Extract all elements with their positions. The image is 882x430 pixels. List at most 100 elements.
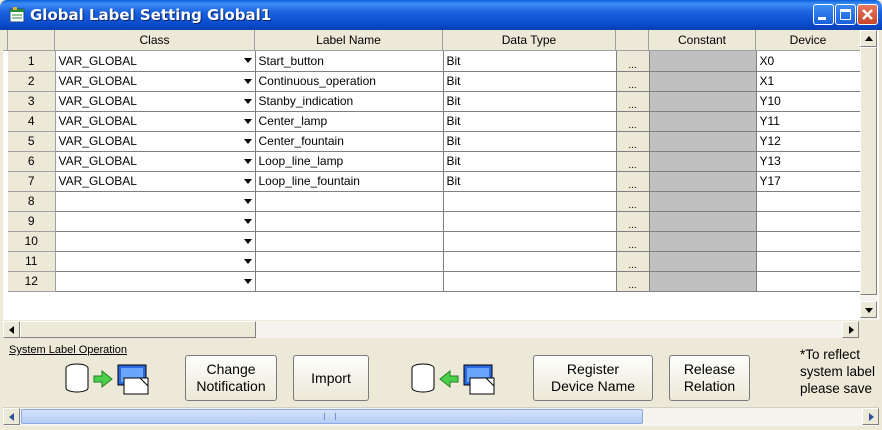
data-type-cell[interactable] (443, 211, 617, 232)
table-row[interactable]: 6 VAR_GLOBAL Loop_line_lamp Bit... Y13 (8, 151, 862, 172)
table-row[interactable]: 11... (8, 251, 862, 272)
table-row[interactable]: 10... (8, 231, 862, 252)
device-cell[interactable]: Y12 (756, 131, 862, 152)
browse-data-type-button[interactable]: ... (616, 71, 650, 92)
scroll-up-button[interactable] (860, 30, 877, 47)
release-relation-button[interactable]: Release Relation (669, 355, 750, 401)
grid-scroll-left-button[interactable] (3, 321, 20, 338)
dropdown-arrow-icon[interactable] (243, 118, 252, 124)
browse-data-type-button[interactable]: ... (616, 211, 650, 232)
label-name-cell[interactable]: Stanby_indication (255, 91, 444, 112)
header-device[interactable]: Device (756, 30, 861, 51)
constant-cell[interactable] (649, 191, 757, 212)
dropdown-arrow-icon[interactable] (243, 98, 252, 104)
class-cell[interactable]: VAR_GLOBAL (55, 131, 256, 152)
device-cell[interactable]: Y13 (756, 151, 862, 172)
device-cell[interactable] (756, 231, 862, 252)
grid-horizontal-scrollbar[interactable] (3, 320, 879, 338)
device-cell[interactable] (756, 211, 862, 232)
browse-data-type-button[interactable]: ... (616, 271, 650, 292)
table-row[interactable]: 4 VAR_GLOBAL Center_lamp Bit... Y11 (8, 111, 862, 132)
table-row[interactable]: 1 VAR_GLOBAL Start_button Bit... X0 (8, 51, 862, 72)
scroll-down-button[interactable] (860, 301, 877, 318)
table-row[interactable]: 8... (8, 191, 862, 212)
label-name-cell[interactable]: Loop_line_lamp (255, 151, 444, 172)
browse-data-type-button[interactable]: ... (616, 191, 650, 212)
dropdown-arrow-icon[interactable] (243, 198, 252, 204)
browse-data-type-button[interactable]: ... (616, 171, 650, 192)
close-button[interactable] (857, 4, 878, 25)
label-name-cell[interactable]: Center_fountain (255, 131, 444, 152)
header-label-name[interactable]: Label Name (255, 30, 443, 51)
class-cell[interactable]: VAR_GLOBAL (55, 51, 256, 72)
browse-data-type-button[interactable]: ... (616, 111, 650, 132)
label-name-cell[interactable]: Loop_line_fountain (255, 171, 444, 192)
window-horizontal-scrollbar[interactable] (3, 407, 879, 426)
data-type-cell[interactable]: Bit (443, 111, 617, 132)
data-type-cell[interactable] (443, 191, 617, 212)
data-type-cell[interactable] (443, 251, 617, 272)
label-name-cell[interactable] (255, 231, 444, 252)
device-cell[interactable] (756, 191, 862, 212)
table-row[interactable]: 2 VAR_GLOBAL Continuous_operation Bit... X1 (8, 71, 862, 92)
table-row[interactable]: 5 VAR_GLOBAL Center_fountain Bit... Y12 (8, 131, 862, 152)
scroll-thumb[interactable] (860, 47, 877, 295)
constant-cell[interactable] (649, 111, 757, 132)
class-cell[interactable]: VAR_GLOBAL (55, 171, 256, 192)
header-data-type[interactable]: Data Type (443, 30, 616, 51)
constant-cell[interactable] (649, 151, 757, 172)
grid-scroll-track[interactable] (256, 321, 842, 338)
dropdown-arrow-icon[interactable] (243, 218, 252, 224)
constant-cell[interactable] (649, 231, 757, 252)
class-cell[interactable] (55, 191, 256, 212)
constant-cell[interactable] (649, 91, 757, 112)
device-cell[interactable]: X1 (756, 71, 862, 92)
dropdown-arrow-icon[interactable] (243, 138, 252, 144)
class-cell[interactable] (55, 231, 256, 252)
data-type-cell[interactable]: Bit (443, 171, 617, 192)
constant-cell[interactable] (649, 71, 757, 92)
constant-cell[interactable] (649, 251, 757, 272)
browse-data-type-button[interactable]: ... (616, 151, 650, 172)
device-cell[interactable]: Y10 (756, 91, 862, 112)
data-type-cell[interactable]: Bit (443, 71, 617, 92)
vertical-scrollbar[interactable] (860, 30, 877, 320)
register-device-name-button[interactable]: Register Device Name (533, 355, 653, 401)
label-name-cell[interactable]: Start_button (255, 51, 444, 72)
constant-cell[interactable] (649, 271, 757, 292)
window-scroll-right-button[interactable] (862, 408, 879, 425)
class-cell[interactable]: VAR_GLOBAL (55, 71, 256, 92)
dropdown-arrow-icon[interactable] (243, 178, 252, 184)
class-cell[interactable]: VAR_GLOBAL (55, 151, 256, 172)
class-cell[interactable]: VAR_GLOBAL (55, 91, 256, 112)
constant-cell[interactable] (649, 171, 757, 192)
constant-cell[interactable] (649, 51, 757, 72)
label-name-cell[interactable] (255, 191, 444, 212)
header-class[interactable]: Class (55, 30, 255, 51)
table-row[interactable]: 12... (8, 271, 862, 292)
constant-cell[interactable] (649, 131, 757, 152)
label-name-cell[interactable]: Center_lamp (255, 111, 444, 132)
maximize-button[interactable] (835, 4, 856, 25)
browse-data-type-button[interactable]: ... (616, 251, 650, 272)
grid-scroll-right-button[interactable] (842, 321, 859, 338)
data-type-cell[interactable]: Bit (443, 131, 617, 152)
table-row[interactable]: 3 VAR_GLOBAL Stanby_indication Bit... Y10 (8, 91, 862, 112)
device-cell[interactable]: Y17 (756, 171, 862, 192)
dropdown-arrow-icon[interactable] (243, 158, 252, 164)
device-cell[interactable]: Y11 (756, 111, 862, 132)
browse-data-type-button[interactable]: ... (616, 231, 650, 252)
header-constant[interactable]: Constant (649, 30, 756, 51)
device-cell[interactable] (756, 271, 862, 292)
title-bar[interactable]: Global Label Setting Global1 (0, 0, 882, 30)
browse-data-type-button[interactable]: ... (616, 131, 650, 152)
data-type-cell[interactable]: Bit (443, 51, 617, 72)
minimize-button[interactable] (813, 4, 834, 25)
window-scroll-left-button[interactable] (3, 408, 20, 425)
dropdown-arrow-icon[interactable] (243, 78, 252, 84)
window-scroll-thumb[interactable] (21, 409, 643, 424)
dropdown-arrow-icon[interactable] (243, 258, 252, 264)
import-button[interactable]: Import (293, 355, 369, 401)
data-type-cell[interactable] (443, 231, 617, 252)
grid-scroll-thumb[interactable] (20, 321, 256, 338)
